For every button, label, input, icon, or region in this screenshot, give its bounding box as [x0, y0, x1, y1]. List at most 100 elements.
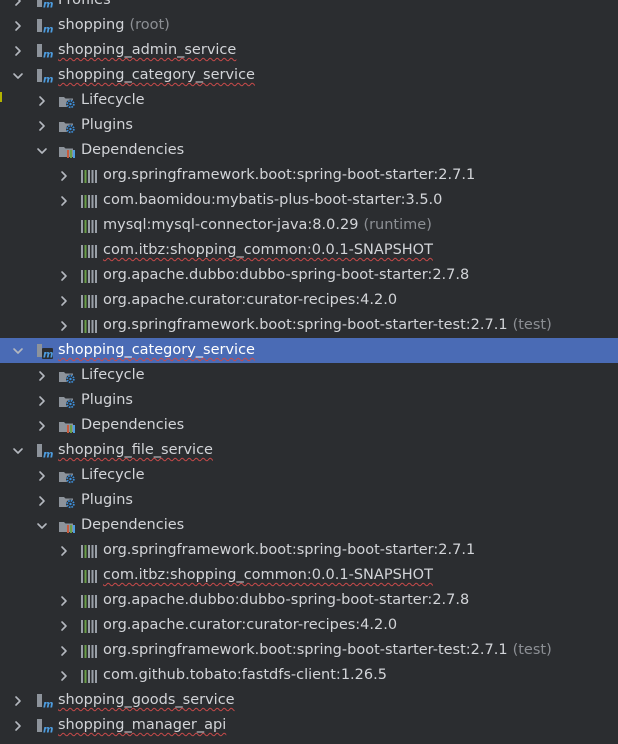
chevron-down-icon[interactable] — [10, 63, 26, 88]
node-name: shopping_admin_service — [58, 42, 237, 58]
chevron-right-icon[interactable] — [10, 13, 26, 38]
tree-node-plugins[interactable]: Plugins — [0, 488, 618, 513]
tree-node-com-itbz-shopping-common-0-0-1-snapshot[interactable]: com.itbz:shopping_common:0.0.1-SNAPSHOT — [0, 563, 618, 588]
chevron-right-icon[interactable] — [56, 288, 72, 313]
tree-node-label: Dependencies — [81, 413, 184, 438]
chevron-right-icon[interactable] — [56, 663, 72, 688]
dependencies-icon — [58, 142, 76, 160]
chevron-right-icon[interactable] — [34, 113, 50, 138]
node-name: com.baomidou:mybatis-plus-boot-starter:3… — [103, 192, 443, 208]
tree-node-label: org.apache.curator:curator-recipes:4.2.0 — [103, 613, 397, 638]
chevron-right-icon[interactable] — [34, 413, 50, 438]
chevron-right-icon[interactable] — [34, 363, 50, 388]
node-scope: (test) — [512, 642, 552, 658]
tree-node-label: org.springframework.boot:spring-boot-sta… — [103, 538, 475, 563]
tree-node-label: com.itbz:shopping_common:0.0.1-SNAPSHOT — [103, 563, 433, 588]
tree-node-org-apache-dubbo-dubbo-spring-boot-starter-2-7-8[interactable]: org.apache.dubbo:dubbo-spring-boot-start… — [0, 588, 618, 613]
tree-node-plugins[interactable]: Plugins — [0, 113, 618, 138]
chevron-right-icon[interactable] — [34, 488, 50, 513]
maven-icon: m — [36, 442, 54, 461]
tree-node-com-baomidou-mybatis-plus-boot-starter-3-5-0[interactable]: com.baomidou:mybatis-plus-boot-starter:3… — [0, 188, 618, 213]
tree-node-shopping-goods-service[interactable]: m shopping_goods_service — [0, 688, 618, 713]
tree-node-label: Plugins — [81, 113, 133, 138]
tree-node-shopping-file-service[interactable]: m shopping_file_service — [0, 438, 618, 463]
node-name: Plugins — [81, 492, 133, 508]
node-name: org.apache.dubbo:dubbo-spring-boot-start… — [103, 592, 470, 608]
chevron-right-icon[interactable] — [56, 163, 72, 188]
tree-node-plugins[interactable]: Plugins — [0, 388, 618, 413]
node-name: com.github.tobato:fastdfs-client:1.26.5 — [103, 667, 387, 683]
tree-node-label: Lifecycle — [81, 463, 145, 488]
node-name: Dependencies — [81, 142, 185, 158]
tree-node-dependencies[interactable]: Dependencies — [0, 513, 618, 538]
tree-node-org-apache-curator-curator-recipes-4-2-0[interactable]: org.apache.curator:curator-recipes:4.2.0 — [0, 613, 618, 638]
tree-node-lifecycle[interactable]: Lifecycle — [0, 363, 618, 388]
chevron-right-icon[interactable] — [34, 388, 50, 413]
chevron-right-icon[interactable] — [34, 463, 50, 488]
node-name: org.apache.curator:curator-recipes:4.2.0 — [103, 617, 398, 633]
maven-projects-tree[interactable]: m Profiles m shopping (root) m shopping_a… — [0, 0, 618, 744]
chevron-right-icon[interactable] — [56, 188, 72, 213]
library-icon — [80, 642, 98, 660]
chevron-right-icon[interactable] — [56, 538, 72, 563]
node-scope: (root) — [129, 17, 170, 33]
chevron-right-icon[interactable] — [56, 638, 72, 663]
tree-node-shopping-category-service[interactable]: m shopping_category_service — [0, 63, 618, 88]
chevron-right-icon[interactable] — [56, 263, 72, 288]
svg-text:m: m — [43, 25, 53, 36]
chevron-down-icon[interactable] — [10, 338, 26, 363]
maven-icon: m — [36, 17, 54, 36]
tree-node-com-github-tobato-fastdfs-client-1-26-5[interactable]: com.github.tobato:fastdfs-client:1.26.5 — [0, 663, 618, 688]
tree-node-label: shopping (root) — [58, 13, 170, 38]
chevron-down-icon[interactable] — [10, 438, 26, 463]
node-name: Lifecycle — [81, 367, 145, 383]
tree-node-label: org.apache.curator:curator-recipes:4.2.0 — [103, 288, 397, 313]
tree-node-lifecycle[interactable]: Lifecycle — [0, 463, 618, 488]
chevron-right-icon[interactable] — [10, 0, 26, 13]
tree-node-org-apache-dubbo-dubbo-spring-boot-starter-2-7-8[interactable]: org.apache.dubbo:dubbo-spring-boot-start… — [0, 263, 618, 288]
chevron-right-icon[interactable] — [56, 613, 72, 638]
tree-node-label: shopping_goods_service — [58, 688, 235, 713]
node-name: mysql:mysql-connector-java:8.0.29 — [103, 217, 359, 233]
chevron-right-icon[interactable] — [10, 713, 26, 738]
tree-node-org-springframework-boot-spring-boot-starter-2-7-1[interactable]: org.springframework.boot:spring-boot-sta… — [0, 538, 618, 563]
library-icon — [80, 267, 98, 285]
chevron-right-icon[interactable] — [10, 38, 26, 63]
library-icon — [80, 242, 98, 260]
tree-node-profiles[interactable]: m Profiles — [0, 0, 618, 13]
node-name: Plugins — [81, 117, 133, 133]
tree-node-dependencies[interactable]: Dependencies — [0, 138, 618, 163]
tree-node-shopping-category-service[interactable]: m shopping_category_service — [0, 338, 618, 363]
library-icon — [80, 567, 98, 585]
lifecycle-icon — [58, 467, 76, 485]
tree-node-shopping-manager-api[interactable]: m shopping_manager_api — [0, 713, 618, 738]
tree-node-lifecycle[interactable]: Lifecycle — [0, 88, 618, 113]
library-icon — [80, 192, 98, 210]
node-name: com.itbz:shopping_common:0.0.1-SNAPSHOT — [103, 242, 433, 258]
chevron-down-icon[interactable] — [34, 513, 50, 538]
library-icon — [80, 317, 98, 335]
tree-node-org-apache-curator-curator-recipes-4-2-0[interactable]: org.apache.curator:curator-recipes:4.2.0 — [0, 288, 618, 313]
chevron-right-icon[interactable] — [34, 88, 50, 113]
tree-node-label: shopping_manager_api — [58, 713, 226, 738]
node-name: org.apache.dubbo:dubbo-spring-boot-start… — [103, 267, 470, 283]
chevron-right-icon[interactable] — [10, 688, 26, 713]
tree-node-com-itbz-shopping-common-0-0-1-snapshot[interactable]: com.itbz:shopping_common:0.0.1-SNAPSHOT — [0, 238, 618, 263]
node-name: Dependencies — [81, 417, 185, 433]
tree-node-dependencies[interactable]: Dependencies — [0, 413, 618, 438]
svg-text:m: m — [43, 350, 53, 361]
library-icon — [80, 167, 98, 185]
tree-node-org-springframework-boot-spring-boot-starter-2-7-1[interactable]: org.springframework.boot:spring-boot-sta… — [0, 163, 618, 188]
tree-node-mysql-mysql-connector-java-8-0-29[interactable]: mysql:mysql-connector-java:8.0.29 (runtim… — [0, 213, 618, 238]
tree-node-label: Profiles — [58, 0, 111, 13]
maven-icon: m — [36, 692, 54, 711]
node-scope: (runtime) — [363, 217, 432, 233]
tree-node-org-springframework-boot-spring-boot-starter-test-2-7-1[interactable]: org.springframework.boot:spring-boot-sta… — [0, 313, 618, 338]
chevron-down-icon[interactable] — [34, 138, 50, 163]
tree-node-shopping[interactable]: m shopping (root) — [0, 13, 618, 38]
chevron-right-icon[interactable] — [56, 313, 72, 338]
tree-node-org-springframework-boot-spring-boot-starter-test-2-7-1[interactable]: org.springframework.boot:spring-boot-sta… — [0, 638, 618, 663]
node-name: org.apache.curator:curator-recipes:4.2.0 — [103, 292, 398, 308]
tree-node-shopping-admin-service[interactable]: m shopping_admin_service — [0, 38, 618, 63]
chevron-right-icon[interactable] — [56, 588, 72, 613]
